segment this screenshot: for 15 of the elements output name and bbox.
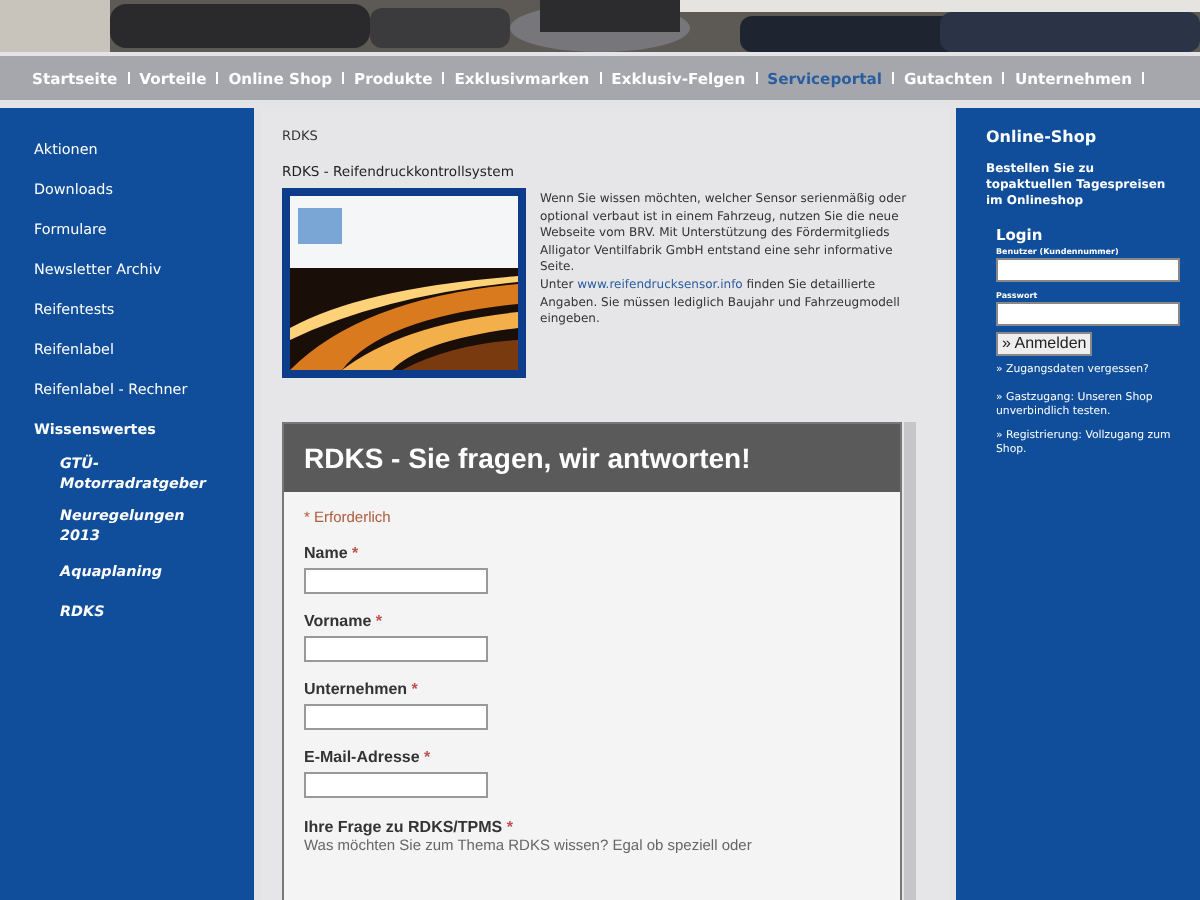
field-label: Unternehmen * (304, 680, 418, 698)
field-label: E-Mail-Adresse * (304, 748, 431, 766)
field-label: Name * (304, 544, 359, 562)
scrollbar[interactable] (904, 422, 916, 900)
field-label: Ihre Frage zu RDKS/TPMS * (304, 818, 513, 836)
shop-title: Online-Shop (986, 128, 1099, 146)
input-field[interactable] (304, 568, 488, 594)
login-button[interactable]: » Anmelden (996, 332, 1093, 356)
form-title: RDKS - Sie fragen, wir antworten! (304, 442, 751, 474)
input-field[interactable] (304, 772, 488, 798)
input-field[interactable] (304, 636, 488, 662)
input-field[interactable] (304, 704, 488, 730)
password-field[interactable] (996, 302, 1180, 326)
field-label: Vorname * (304, 612, 382, 630)
username-field[interactable] (996, 258, 1180, 282)
